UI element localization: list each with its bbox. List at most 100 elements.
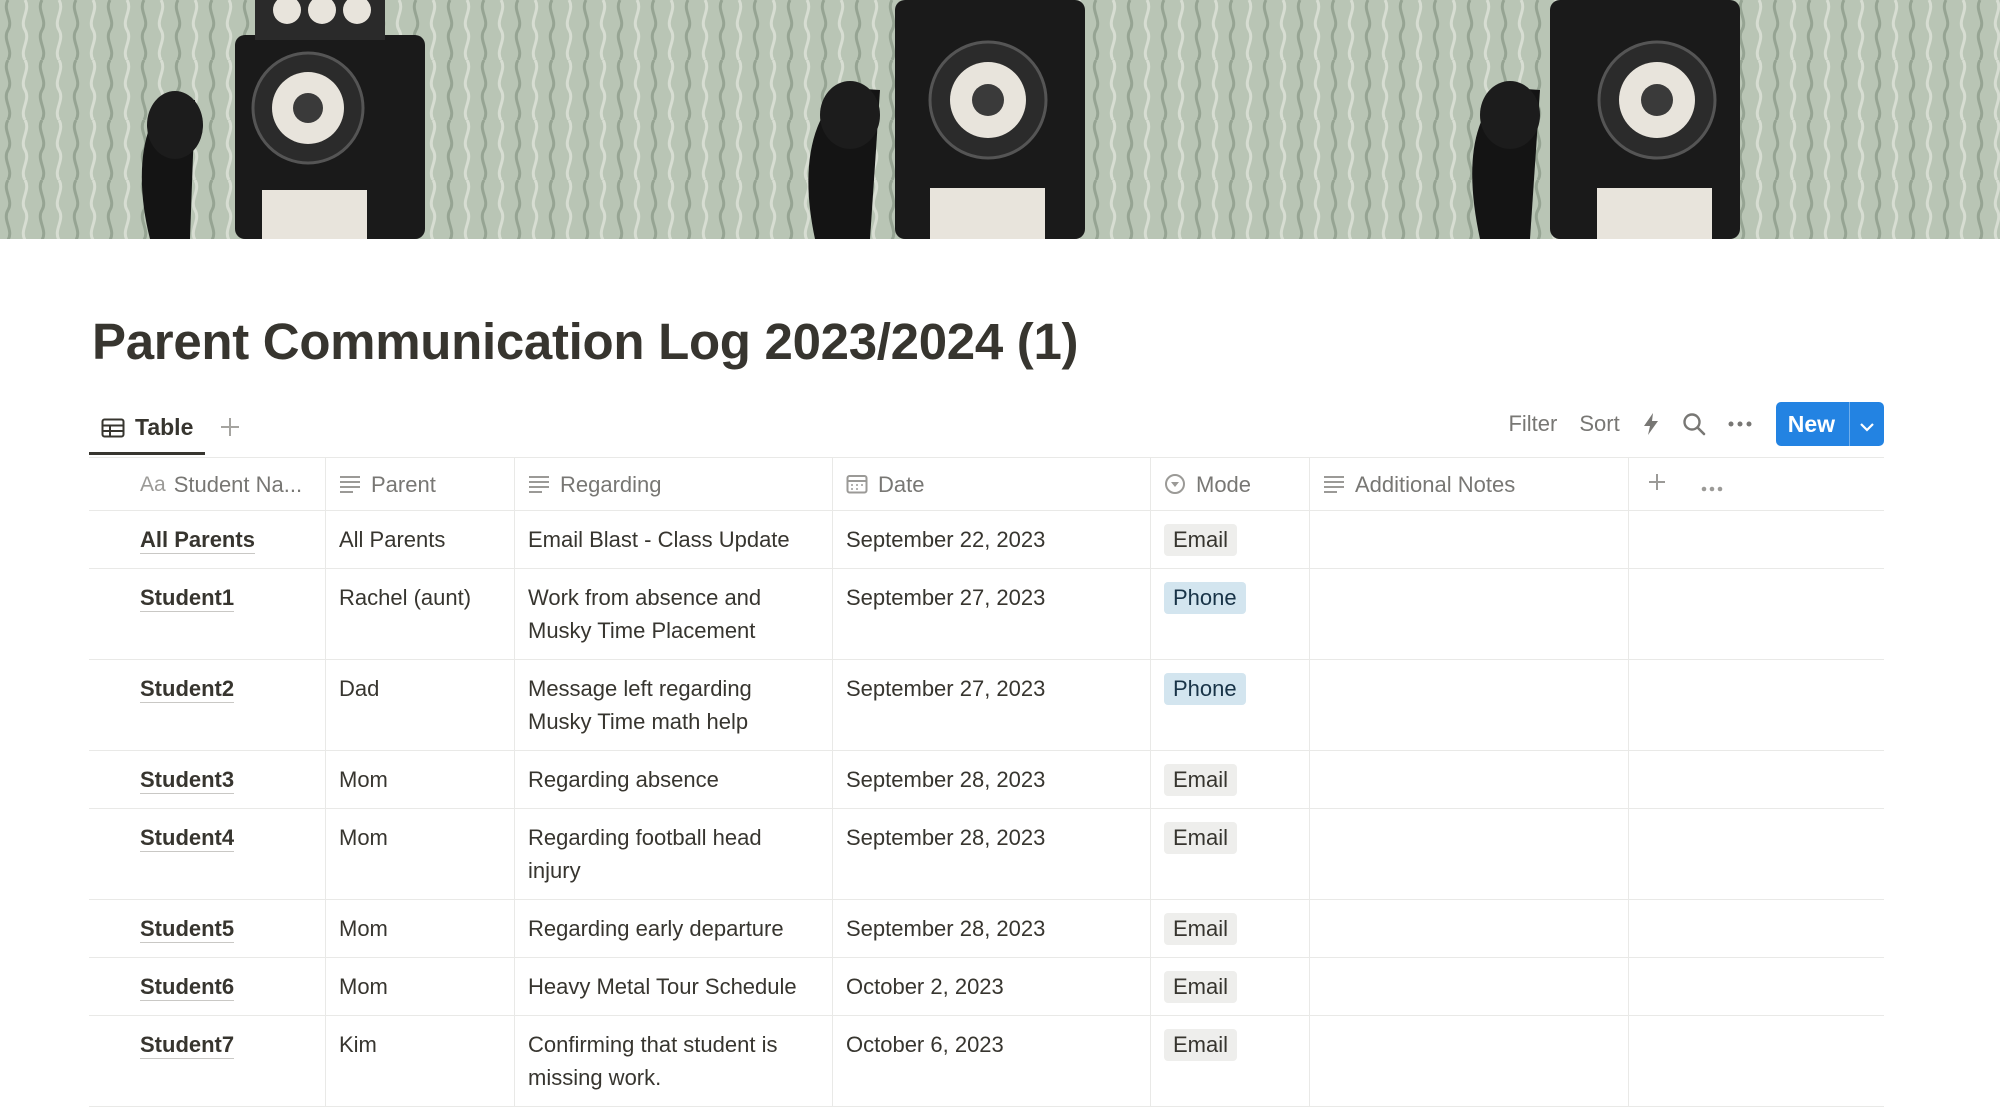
cell-date[interactable]: September 28, 2023: [833, 900, 1151, 957]
cell-mode[interactable]: Phone: [1151, 660, 1310, 750]
cell-mode[interactable]: Email: [1151, 1016, 1310, 1106]
table-row[interactable]: Student5 Mom Regarding early departure Sept…: [89, 900, 1884, 958]
sort-button[interactable]: Sort: [1579, 411, 1619, 437]
cell-date[interactable]: September 28, 2023: [833, 751, 1151, 808]
column-header-additional-notes[interactable]: Additional Notes: [1310, 458, 1629, 510]
cell-empty: [1629, 900, 1884, 957]
cell-parent[interactable]: Mom: [326, 809, 515, 899]
column-header-parent[interactable]: Parent: [326, 458, 515, 510]
search-icon[interactable]: [1682, 412, 1706, 436]
cell-regarding[interactable]: Email Blast - Class Update: [515, 511, 833, 568]
student-name-link[interactable]: Student1: [140, 585, 235, 612]
cell-student-name[interactable]: Student5: [89, 900, 326, 957]
cell-regarding[interactable]: Regarding football head injury: [515, 809, 833, 899]
cell-empty: [1629, 809, 1884, 899]
cell-empty: [1629, 1016, 1884, 1106]
table-row[interactable]: Student1 Rachel (aunt) Work from absence a…: [89, 569, 1884, 660]
cell-parent[interactable]: Mom: [326, 751, 515, 808]
cell-date[interactable]: October 6, 2023: [833, 1016, 1151, 1106]
student-name-link[interactable]: Student6: [140, 974, 235, 1001]
column-header-student-name[interactable]: Aa Student Na...: [89, 458, 326, 510]
student-name-link[interactable]: Student7: [140, 1032, 235, 1059]
cell-mode[interactable]: Email: [1151, 809, 1310, 899]
table-row[interactable]: Student6 Mom Heavy Metal Tour Schedule Octo…: [89, 958, 1884, 1016]
tab-table[interactable]: Table: [89, 403, 206, 455]
cell-student-name[interactable]: Student7: [89, 1016, 326, 1106]
cell-parent[interactable]: All Parents: [326, 511, 515, 568]
column-header-mode[interactable]: Mode: [1151, 458, 1310, 510]
cell-mode[interactable]: Email: [1151, 751, 1310, 808]
cell-date[interactable]: September 27, 2023: [833, 660, 1151, 750]
cell-mode[interactable]: Email: [1151, 958, 1310, 1015]
cell-student-name[interactable]: Student6: [89, 958, 326, 1015]
add-view-button[interactable]: [213, 412, 247, 446]
cell-student-name[interactable]: Student1: [89, 569, 326, 659]
cell-additional-notes[interactable]: [1310, 660, 1629, 750]
table-row[interactable]: Student2 Dad Message left regarding Musky …: [89, 660, 1884, 751]
title-aa-icon: Aa: [140, 472, 166, 496]
page-title[interactable]: Parent Communication Log 2023/2024 (1): [92, 312, 1079, 371]
filter-button[interactable]: Filter: [1508, 411, 1557, 437]
mode-tag: Email: [1164, 913, 1238, 945]
cell-parent[interactable]: Mom: [326, 958, 515, 1015]
cell-additional-notes[interactable]: [1310, 1016, 1629, 1106]
cell-date[interactable]: September 22, 2023: [833, 511, 1151, 568]
cell-student-name[interactable]: Student3: [89, 751, 326, 808]
cell-date[interactable]: September 28, 2023: [833, 809, 1151, 899]
cell-student-name[interactable]: All Parents: [89, 511, 326, 568]
student-name-link[interactable]: Student5: [140, 916, 235, 943]
chevron-down-icon: [1859, 411, 1875, 438]
table-row[interactable]: Student3 Mom Regarding absence September 28…: [89, 751, 1884, 809]
cell-additional-notes[interactable]: [1310, 511, 1629, 568]
column-header-date[interactable]: Date: [833, 458, 1151, 510]
mode-tag: Email: [1164, 524, 1238, 556]
cell-student-name[interactable]: Student2: [89, 660, 326, 750]
cell-regarding[interactable]: Message left regarding Musky Time math h…: [515, 660, 833, 750]
student-name-link[interactable]: Student3: [140, 767, 235, 794]
column-header-regarding[interactable]: Regarding: [515, 458, 833, 510]
text-lines-icon: [339, 475, 361, 493]
cell-regarding[interactable]: Regarding absence: [515, 751, 833, 808]
cell-empty: [1629, 511, 1884, 568]
cell-additional-notes[interactable]: [1310, 569, 1629, 659]
calendar-icon: [846, 474, 868, 494]
cell-mode[interactable]: Email: [1151, 511, 1310, 568]
add-column-plus-icon[interactable]: [1647, 468, 1667, 501]
column-more-horizontal-icon[interactable]: [1701, 468, 1723, 501]
column-header-actions: [1629, 458, 1884, 510]
cell-mode[interactable]: Email: [1151, 900, 1310, 957]
cell-regarding[interactable]: Work from absence and Musky Time Placeme…: [515, 569, 833, 659]
student-name-link[interactable]: Student4: [140, 825, 235, 852]
text-lines-icon: [528, 475, 550, 493]
database-toolbar: Filter Sort New: [1486, 402, 1884, 446]
new-dropdown-button[interactable]: [1849, 402, 1884, 446]
table-row[interactable]: All Parents All Parents Email Blast - Clas…: [89, 511, 1884, 569]
new-button[interactable]: New: [1775, 402, 1884, 446]
cell-additional-notes[interactable]: [1310, 900, 1629, 957]
table-row[interactable]: Student7 Kim Confirming that student is mi…: [89, 1016, 1884, 1107]
student-name-link[interactable]: All Parents: [140, 527, 255, 554]
cell-additional-notes[interactable]: [1310, 809, 1629, 899]
cell-parent[interactable]: Kim: [326, 1016, 515, 1106]
student-name-link[interactable]: Student2: [140, 676, 235, 703]
cell-student-name[interactable]: Student4: [89, 809, 326, 899]
cell-empty: [1629, 751, 1884, 808]
mode-tag: Email: [1164, 1029, 1238, 1061]
cell-mode[interactable]: Phone: [1151, 569, 1310, 659]
more-horizontal-icon[interactable]: [1728, 420, 1752, 428]
cell-date[interactable]: October 2, 2023: [833, 958, 1151, 1015]
cell-regarding[interactable]: Confirming that student is missing work.: [515, 1016, 833, 1106]
table-row[interactable]: Student4 Mom Regarding football head injur…: [89, 809, 1884, 900]
cell-additional-notes[interactable]: [1310, 958, 1629, 1015]
cell-regarding[interactable]: Heavy Metal Tour Schedule: [515, 958, 833, 1015]
cell-parent[interactable]: Mom: [326, 900, 515, 957]
cell-regarding[interactable]: Regarding early departure: [515, 900, 833, 957]
cell-parent[interactable]: Dad: [326, 660, 515, 750]
cell-additional-notes[interactable]: [1310, 751, 1629, 808]
new-button-label[interactable]: New: [1776, 402, 1849, 446]
cell-empty: [1629, 660, 1884, 750]
mode-tag: Email: [1164, 971, 1238, 1003]
cell-parent[interactable]: Rachel (aunt): [326, 569, 515, 659]
cell-date[interactable]: September 27, 2023: [833, 569, 1151, 659]
lightning-icon[interactable]: [1642, 412, 1660, 436]
